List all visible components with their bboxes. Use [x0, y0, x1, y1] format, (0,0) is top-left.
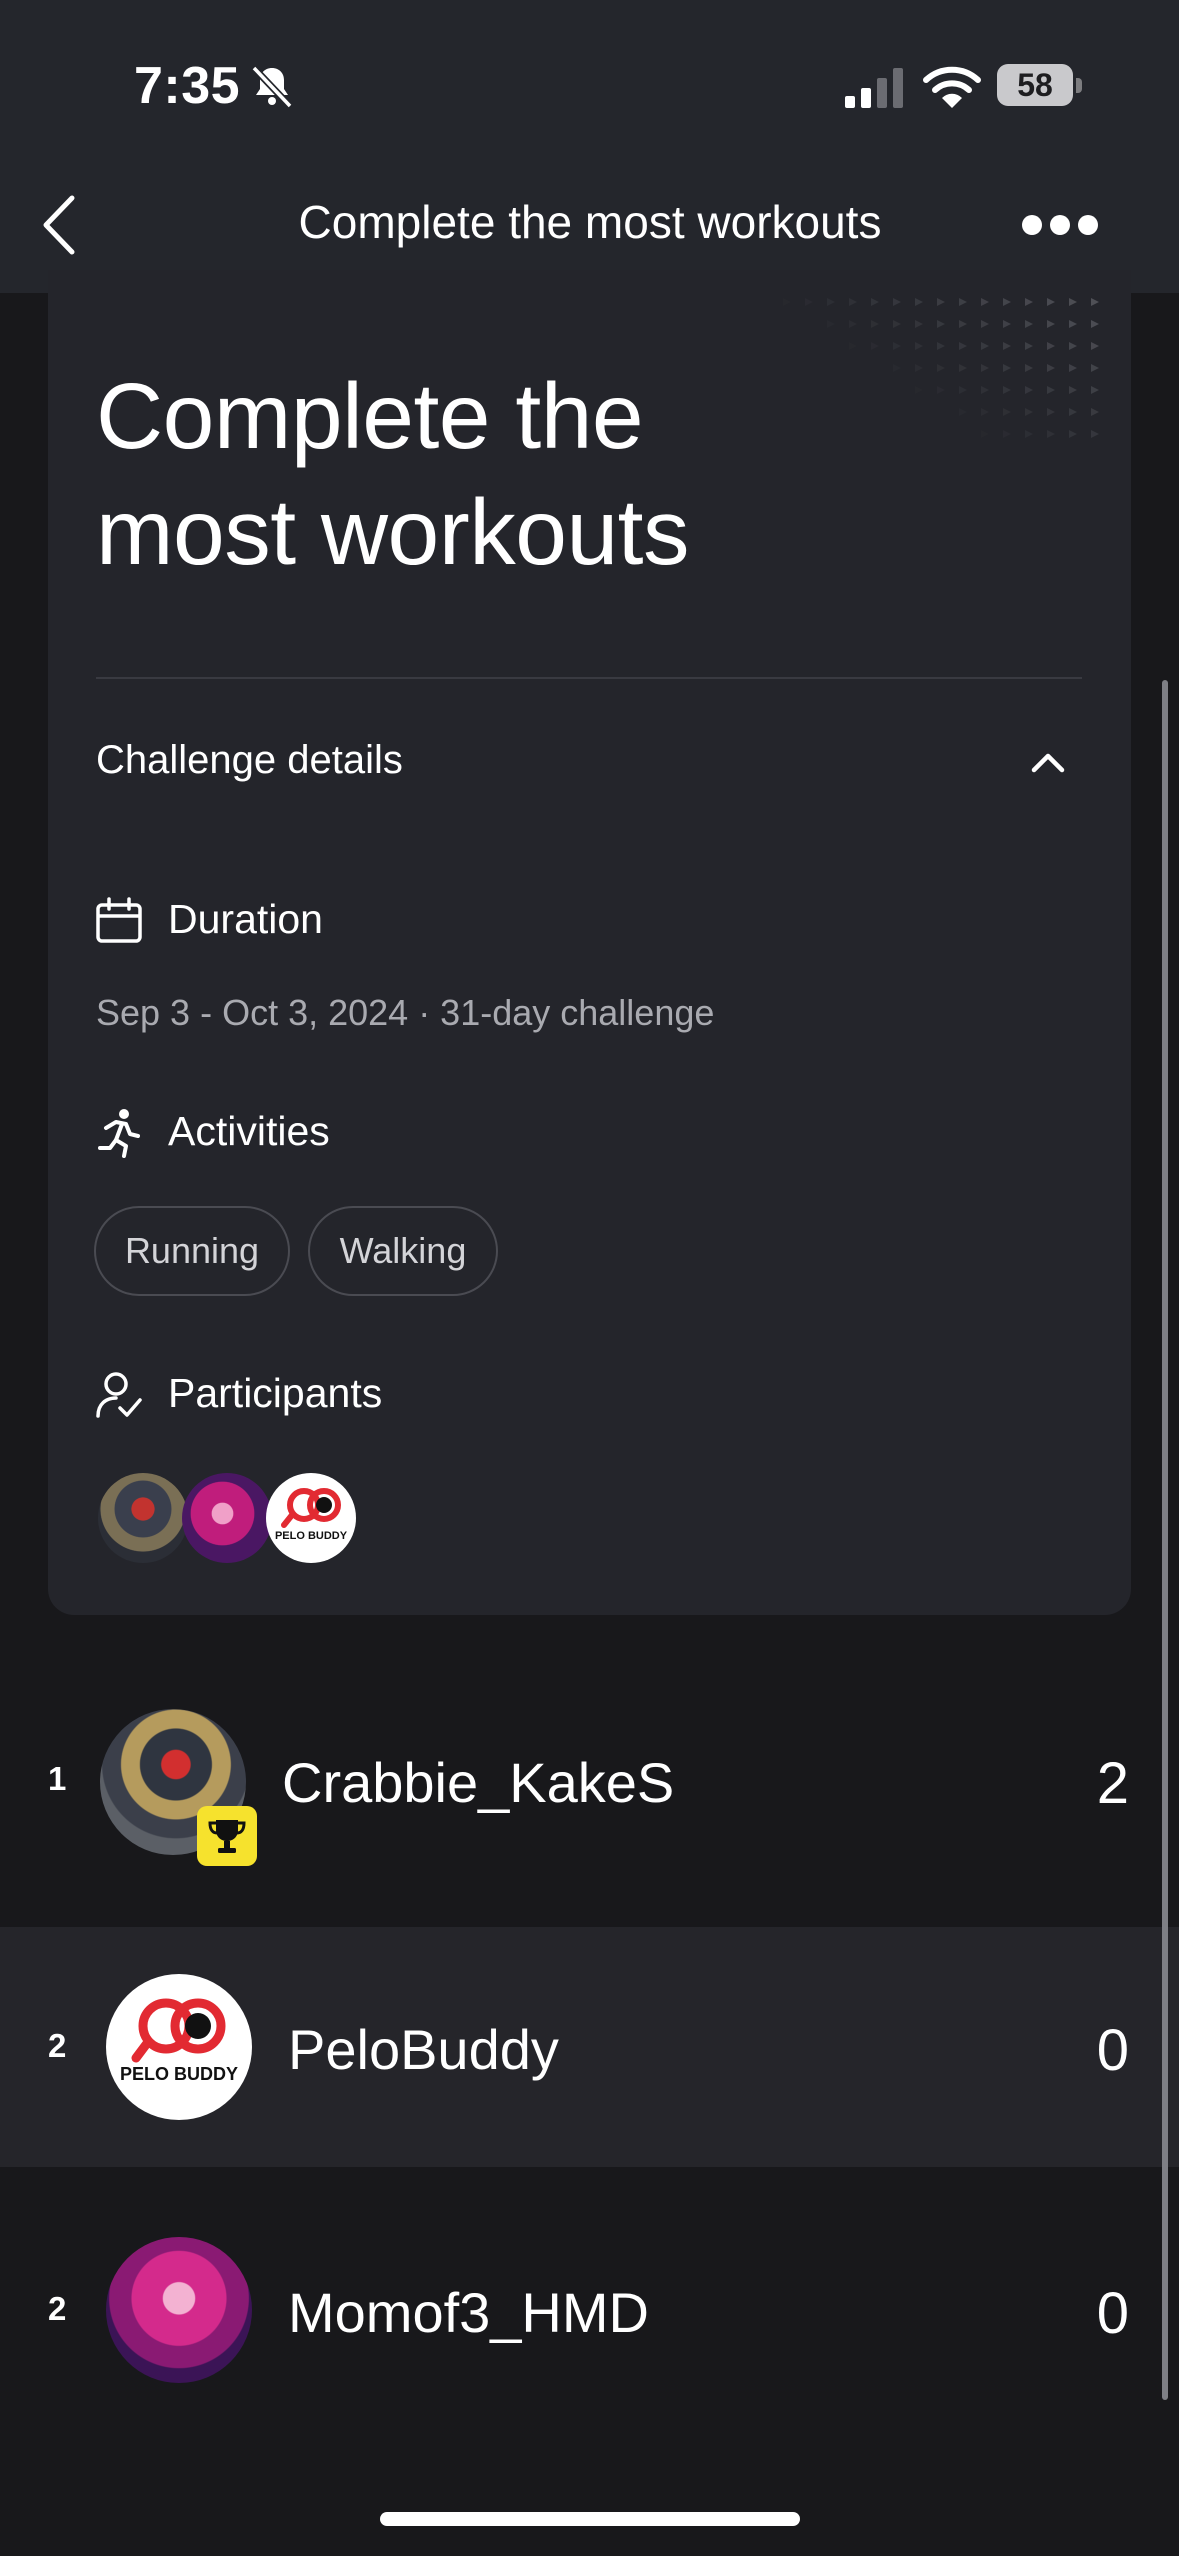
rank-number: 2 — [48, 2027, 67, 2064]
battery-level: 58 — [997, 64, 1073, 106]
username: Crabbie_KakeS — [282, 1751, 675, 1814]
divider — [96, 677, 1082, 679]
challenge-title-line-1: Complete the — [96, 364, 644, 468]
participant-avatar-momof3[interactable] — [182, 1473, 272, 1563]
username: Momof3_HMD — [288, 2281, 649, 2344]
home-indicator[interactable] — [380, 2512, 800, 2526]
challenge-card: Complete the most workouts Challenge det… — [48, 270, 1131, 1615]
challenge-title: Complete the most workouts — [96, 358, 690, 590]
battery-nub — [1076, 78, 1082, 93]
workout-count: 2 — [1096, 1751, 1129, 1816]
status-bar: 7:35 58 — [0, 0, 1179, 170]
duration-value: Sep 3 - Oct 3, 2024 · 31-day challenge — [96, 992, 715, 1033]
participant-avatar-pelobuddy[interactable]: PELO BUDDY — [266, 1473, 356, 1563]
activity-chip-walking: Walking — [308, 1206, 498, 1296]
leaderboard-row[interactable]: 2 Momof3_HMD 0 — [0, 2190, 1179, 2430]
top-bar: 7:35 58 Complete the most workouts — [0, 0, 1179, 293]
activity-chip-running: Running — [94, 1206, 290, 1296]
nav-title: Complete the most workouts — [298, 196, 882, 248]
more-options-icon[interactable] — [1020, 210, 1100, 240]
chevron-up-icon[interactable] — [1028, 748, 1068, 778]
back-chevron-icon[interactable] — [36, 190, 86, 260]
participant-check-icon — [96, 1372, 142, 1418]
rank-number: 1 — [48, 1760, 67, 1797]
participants-label: Participants — [168, 1370, 383, 1416]
participant-avatar-crabbie[interactable] — [98, 1473, 188, 1563]
status-time: 7:35 — [134, 57, 241, 115]
leaderboard-row[interactable]: 1 Crabbie_KakeS 2 — [0, 1660, 1179, 1900]
pelobuddy-logo-icon: PELO BUDDY — [275, 1488, 348, 1542]
challenge-title-line-2: most workouts — [96, 480, 690, 584]
battery-indicator: 58 — [997, 64, 1083, 108]
activities-label: Activities — [168, 1108, 330, 1154]
leaderboard-row[interactable]: 2 PELO BUDDY PeloBuddy 0 — [0, 1927, 1179, 2167]
cellular-signal-icon — [845, 68, 903, 108]
trophy-badge — [197, 1806, 257, 1866]
decorative-arrow-pattern — [783, 298, 1099, 438]
wifi-icon — [923, 66, 981, 108]
challenge-details-toggle[interactable]: Challenge details — [96, 738, 403, 783]
running-person-icon — [98, 1109, 140, 1158]
workout-count: 0 — [1096, 2018, 1129, 2083]
workout-count: 0 — [1096, 2281, 1129, 2346]
username: PeloBuddy — [288, 2018, 559, 2081]
scrollbar[interactable] — [1162, 680, 1168, 2400]
calendar-icon — [96, 897, 142, 943]
rank-number: 2 — [48, 2290, 67, 2327]
pelobuddy-logo-text: PELO BUDDY — [120, 2064, 238, 2084]
pelobuddy-logo-text: PELO BUDDY — [275, 1530, 348, 1542]
trophy-icon — [208, 1820, 246, 1853]
pelobuddy-logo-icon: PELO BUDDY — [120, 1998, 238, 2084]
duration-label: Duration — [168, 896, 323, 942]
user-avatar[interactable]: PELO BUDDY — [106, 1974, 252, 2120]
user-avatar[interactable] — [106, 2237, 252, 2383]
silent-bell-icon — [251, 65, 293, 109]
